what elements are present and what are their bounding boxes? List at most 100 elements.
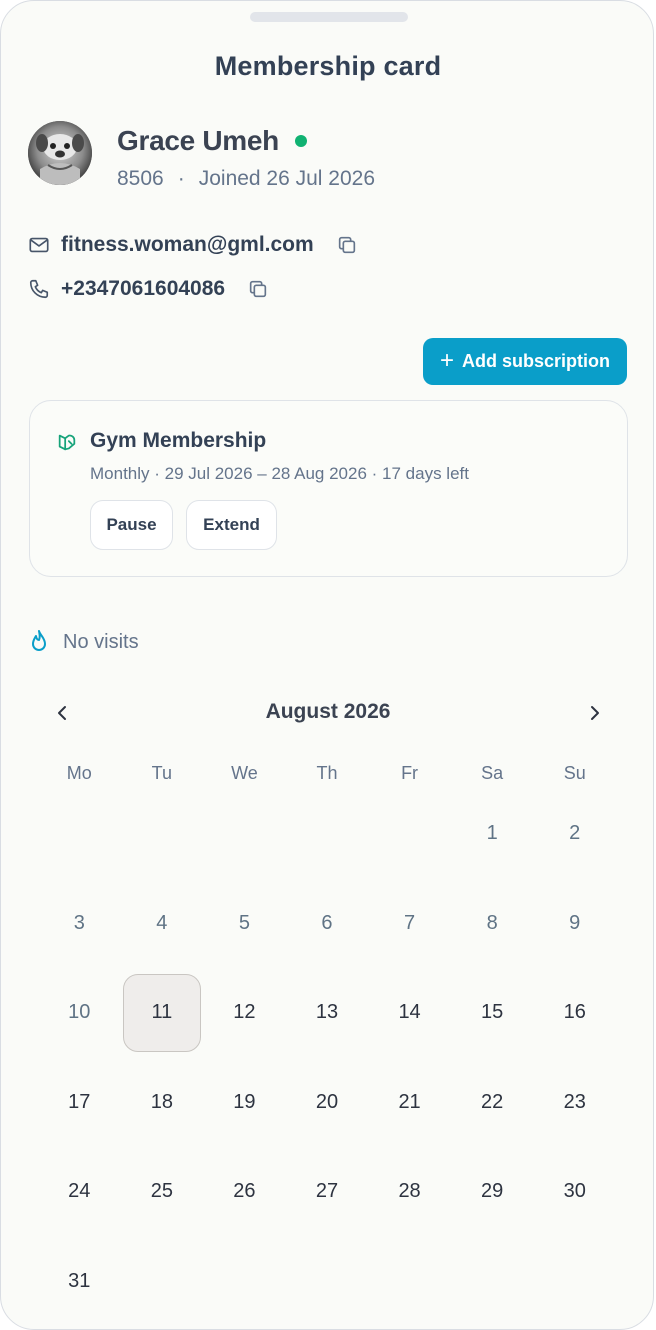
meta-separator: · <box>177 167 185 190</box>
subscription-detail: Monthly · 29 Jul 2026 – 28 Aug 2026 · 17… <box>90 464 469 483</box>
calendar-day[interactable]: 16 <box>533 968 616 1058</box>
calendar-day[interactable]: 29 <box>451 1147 534 1237</box>
calendar-day-number: 14 <box>398 1001 421 1024</box>
calendar-day[interactable]: 8 <box>451 879 534 969</box>
add-subscription-label: Add subscription <box>462 351 610 371</box>
calendar-day-number: 31 <box>68 1269 91 1292</box>
calendar-day[interactable]: 27 <box>286 1147 369 1237</box>
calendar-day[interactable]: 25 <box>121 1147 204 1237</box>
calendar-month-label: August 2026 <box>265 700 391 723</box>
calendar-day-number: 8 <box>486 911 498 934</box>
membership-card-sheet: Membership card Grace Umeh 8506 · Joined… <box>0 0 654 1330</box>
calendar-day[interactable]: 18 <box>121 1058 204 1148</box>
calendar-day-number: 6 <box>321 911 333 934</box>
phone-value: +2347061604086 <box>61 277 226 300</box>
calendar-day-number: 23 <box>563 1090 586 1113</box>
calendar-day-number: 18 <box>150 1090 173 1113</box>
calendar-blank <box>38 789 121 879</box>
email-row: fitness.woman@gml.com <box>28 233 358 257</box>
calendar-day[interactable]: 12 <box>203 968 286 1058</box>
calendar-day-number: 26 <box>233 1180 256 1203</box>
flame-icon <box>29 629 51 655</box>
plus-icon: + <box>439 346 454 374</box>
calendar-day[interactable]: 19 <box>203 1058 286 1148</box>
calendar-day[interactable]: 4 <box>121 879 204 969</box>
calendar-day[interactable]: 28 <box>368 1147 451 1237</box>
calendar-day[interactable]: 7 <box>368 879 451 969</box>
calendar-day-number: 25 <box>150 1180 173 1203</box>
next-month-chevron-icon[interactable] <box>581 700 607 726</box>
subscription-title: Gym Membership <box>90 429 267 452</box>
calendar-day[interactable]: 31 <box>38 1237 121 1327</box>
weekday-label: Sa <box>481 763 504 783</box>
avatar <box>28 121 92 185</box>
calendar-day-number: 27 <box>315 1180 339 1203</box>
calendar-day-number: 21 <box>398 1090 421 1113</box>
weekday-label: Tu <box>151 763 173 783</box>
pause-button[interactable]: Pause <box>90 500 173 550</box>
calendar-day[interactable]: 22 <box>451 1058 534 1148</box>
calendar-day-number: 4 <box>156 911 168 934</box>
calendar-weekdays: Mo Tu We Th Fr Sa Su <box>38 763 616 784</box>
member-id: 8506 <box>117 167 164 190</box>
add-subscription-button[interactable]: + Add subscription <box>423 338 627 385</box>
calendar-day-number: 19 <box>233 1090 256 1113</box>
calendar-day[interactable]: 1 <box>451 789 534 879</box>
calendar-day-number: 15 <box>481 1001 504 1024</box>
calendar-day[interactable]: 10 <box>38 968 121 1058</box>
subscription-card: Gym Membership Monthly · 29 Jul 2026 – 2… <box>29 400 628 577</box>
calendar-day-number: 9 <box>569 911 581 934</box>
member-meta: 8506 · Joined 26 Jul 2026 <box>117 167 375 191</box>
extend-button[interactable]: Extend <box>186 500 277 550</box>
calendar-day[interactable]: 23 <box>533 1058 616 1148</box>
sheet-grabber[interactable] <box>250 12 408 22</box>
calendar-day-number: 22 <box>481 1090 504 1113</box>
calendar-day-today[interactable]: 11 <box>121 968 204 1058</box>
calendar-day[interactable]: 20 <box>286 1058 369 1148</box>
calendar-day-number: 28 <box>398 1180 421 1203</box>
copy-phone-icon[interactable] <box>247 278 269 300</box>
calendar-day[interactable]: 30 <box>533 1147 616 1237</box>
calendar-day[interactable]: 2 <box>533 789 616 879</box>
calendar-day[interactable]: 24 <box>38 1147 121 1237</box>
calendar-day-number: 16 <box>563 1001 586 1024</box>
weekday-label: We <box>231 763 258 783</box>
calendar-day-number: 17 <box>68 1090 91 1113</box>
calendar-day[interactable]: 14 <box>368 968 451 1058</box>
weekday-label: Su <box>563 763 586 783</box>
calendar-day-number: 24 <box>68 1180 91 1203</box>
member-name-row: Grace Umeh <box>117 125 307 157</box>
calendar-day[interactable]: 13 <box>286 968 369 1058</box>
copy-email-icon[interactable] <box>336 234 358 256</box>
calendar-blank <box>121 789 204 879</box>
weekday-label: Th <box>316 763 338 783</box>
page-title: Membership card <box>214 51 442 81</box>
visits-status: No visits <box>29 629 139 655</box>
calendar-day-number: 7 <box>404 911 416 934</box>
calendar-day[interactable]: 21 <box>368 1058 451 1148</box>
calendar-day[interactable]: 17 <box>38 1058 121 1148</box>
calendar-day-number: 5 <box>238 911 250 934</box>
calendar-day-number: 2 <box>569 822 581 845</box>
calendar-day[interactable]: 6 <box>286 879 369 969</box>
calendar-day-number: 3 <box>73 911 85 934</box>
calendar-day[interactable]: 15 <box>451 968 534 1058</box>
calendar-day-number: 12 <box>233 1001 256 1024</box>
calendar-day-number: 29 <box>481 1180 504 1203</box>
weekday-label: Fr <box>401 763 419 783</box>
calendar-day[interactable]: 26 <box>203 1147 286 1237</box>
email-value: fitness.woman@gml.com <box>61 233 314 256</box>
calendar-day[interactable]: 3 <box>38 879 121 969</box>
calendar-day-number: 10 <box>68 1001 91 1024</box>
calendar-blank <box>203 789 286 879</box>
calendar-blank <box>286 789 369 879</box>
calendar-day[interactable]: 9 <box>533 879 616 969</box>
calendar-day[interactable]: 5 <box>203 879 286 969</box>
member-name: Grace Umeh <box>117 125 279 156</box>
calendar-day-number: 30 <box>563 1180 586 1203</box>
phone-icon <box>28 278 50 300</box>
online-status-dot <box>294 135 307 147</box>
calendar-day-number: 1 <box>486 822 498 845</box>
visits-label: No visits <box>63 630 139 653</box>
calendar-days: 1 2 3 4 5 6 7 8 9 10 11 12 13 14 15 16 17 18 19 20 21 22 23 24 2… <box>38 789 616 1326</box>
